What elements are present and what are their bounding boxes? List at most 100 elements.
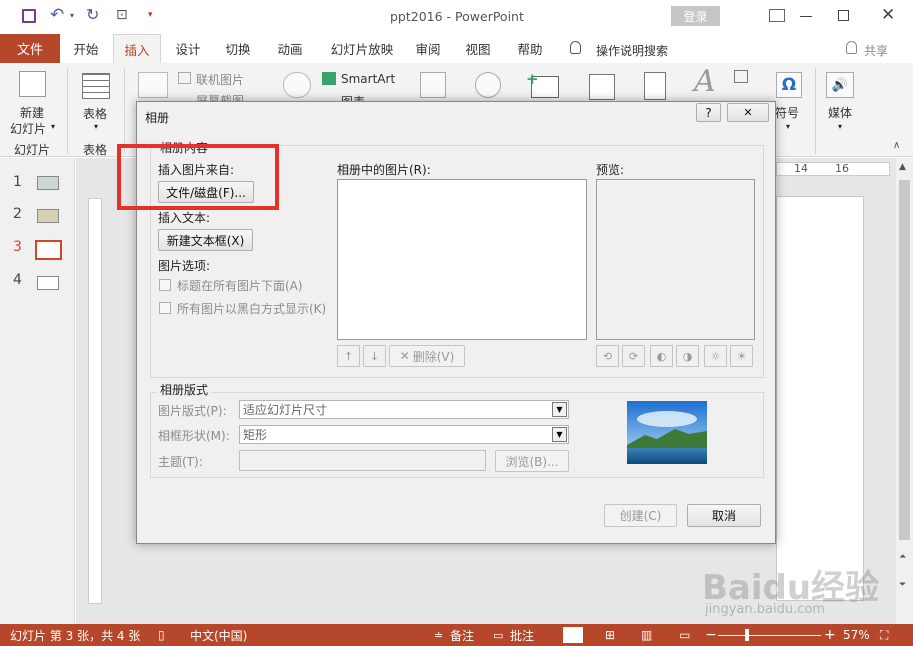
black-white-checkbox[interactable] [159,302,171,314]
frame-shape-value: 矩形 [243,428,268,442]
new-slide-dropdown-icon[interactable]: ▾ [51,122,55,131]
collapse-ribbon-icon[interactable]: ∧ [893,140,900,151]
fit-to-window-icon[interactable]: ⛶ [880,624,888,646]
comments-button[interactable]: 批注 [510,624,534,646]
slide-thumbnail[interactable] [37,176,59,190]
comments-icon[interactable]: ▭ [493,624,503,646]
zoom-in-icon[interactable]: + [824,624,836,646]
redo-icon[interactable]: ↻ [86,5,99,24]
remove-button[interactable]: ✕ 删除(V) [389,345,465,367]
scroll-up-icon[interactable]: ▲ [899,162,906,172]
smartart-icon[interactable] [322,72,336,85]
brightness-down-button[interactable]: ☀ [730,345,753,367]
new-slide-icon[interactable] [19,71,46,97]
slide-thumbnail-selected[interactable] [35,240,62,260]
smartart-button[interactable]: SmartArt [341,72,395,86]
slide-canvas[interactable] [776,196,864,601]
tab-slideshow[interactable]: 幻灯片放映 [322,34,402,63]
frame-shape-select[interactable]: 矩形 ▼ [239,425,569,444]
notes-button[interactable]: 备注 [450,624,474,646]
scrollbar-thumb[interactable] [899,180,910,540]
tab-animations[interactable]: 动画 [268,34,312,63]
slide-thumbnail[interactable] [37,209,59,223]
spellcheck-icon[interactable]: ▯ [158,624,165,646]
tab-view[interactable]: 视图 [456,34,500,63]
ribbon-display-icon[interactable] [769,9,785,22]
wordart-icon[interactable]: A [694,64,716,99]
table-dropdown-icon[interactable]: ▾ [94,122,98,131]
symbols-icon[interactable]: Ω [776,72,802,98]
tab-home[interactable]: 开始 [64,34,108,63]
rotate-left-button[interactable]: ⟲ [596,345,619,367]
presentation-icon[interactable]: ⊡ [116,7,128,23]
share-button[interactable]: 共享 [864,42,888,59]
normal-view-icon[interactable] [563,627,583,643]
undo-icon[interactable]: ↶ [50,5,64,25]
album-layout-label: 相册版式 [157,381,212,398]
header-footer-icon[interactable] [644,72,666,100]
contrast-up-button[interactable]: ◐ [650,345,673,367]
contrast-down-button[interactable]: ◑ [676,345,699,367]
zoom-out-icon[interactable]: − [705,624,717,646]
close-icon[interactable]: ✕ [881,5,895,25]
browse-button[interactable]: 浏览(B)... [495,450,569,472]
media-dropdown-icon[interactable]: ▾ [838,122,842,131]
slideshow-icon[interactable]: ▭ [679,624,690,646]
picture-layout-select[interactable]: 适应幻灯片尺寸 ▼ [239,400,569,419]
notes-icon[interactable]: ≐ [434,624,443,646]
zoom-slider-track[interactable] [718,635,821,636]
maximize-icon[interactable] [838,10,849,21]
tab-transitions[interactable]: 切换 [216,34,260,63]
move-up-button[interactable]: ↑ [337,345,360,367]
next-slide-icon[interactable]: ⏷ [899,580,906,590]
theme-input[interactable] [239,450,486,471]
tab-help[interactable]: 帮助 [508,34,552,63]
media-button[interactable]: 媒体 [828,104,852,121]
tab-file[interactable]: 文件 [0,34,60,63]
tab-insert[interactable]: 插入 [113,34,161,63]
comment-plus-icon[interactable]: + [526,70,539,88]
create-button[interactable]: 创建(C) [604,504,677,527]
table-button[interactable]: 表格 [83,105,107,122]
slide-sorter-icon[interactable]: ⊞ [605,624,615,646]
3d-models-icon[interactable] [420,72,446,98]
dialog-close-button[interactable]: ✕ [727,103,769,122]
table-icon[interactable] [82,73,110,99]
help-button[interactable]: ? [696,103,721,122]
undo-dropdown-icon[interactable]: ▾ [70,11,74,20]
customize-qat-icon[interactable]: ▾ [148,10,153,20]
tell-me-search[interactable]: 操作说明搜索 [596,42,668,59]
pictures-icon[interactable] [138,72,168,98]
textbox-icon[interactable] [589,74,615,100]
cancel-button[interactable]: 取消 [687,504,761,527]
media-icon[interactable]: 🔊 [826,72,854,98]
frame-shape-label: 相框形状(M): [158,429,230,443]
rotate-right-button[interactable]: ⟳ [622,345,645,367]
symbols-dropdown-icon[interactable]: ▾ [786,122,790,131]
zoom-level[interactable]: 57% [843,624,870,646]
new-textbox-button[interactable]: 新建文本框(X) [158,229,253,251]
save-icon[interactable] [22,9,36,23]
login-button[interactable]: 登录 [671,6,720,26]
shapes-icon[interactable] [283,72,311,98]
language-indicator[interactable]: 中文(中国) [190,624,247,646]
pictures-in-album-list[interactable] [337,179,587,340]
reading-view-icon[interactable]: ▥ [641,624,652,646]
new-slide-button[interactable]: 新建 [20,104,44,121]
links-icon[interactable] [475,72,501,98]
tab-review[interactable]: 审阅 [406,34,450,63]
move-down-button[interactable]: ↓ [363,345,386,367]
captions-below-checkbox[interactable] [159,279,171,291]
brightness-up-button[interactable]: ☼ [704,345,727,367]
new-slide-label2[interactable]: 幻灯片 [10,120,46,137]
slide-thumbnails-panel [0,158,75,624]
online-pictures-icon[interactable] [178,72,191,84]
date-time-icon[interactable] [734,70,748,83]
slide-thumbnail[interactable] [37,276,59,290]
tab-design[interactable]: 设计 [166,34,210,63]
online-pictures-button[interactable]: 联机图片 [196,71,244,88]
zoom-slider-thumb[interactable] [745,629,749,641]
prev-slide-icon[interactable]: ⏶ [899,552,906,562]
symbols-button[interactable]: 符号 [775,104,799,121]
minimize-icon[interactable] [800,16,812,17]
